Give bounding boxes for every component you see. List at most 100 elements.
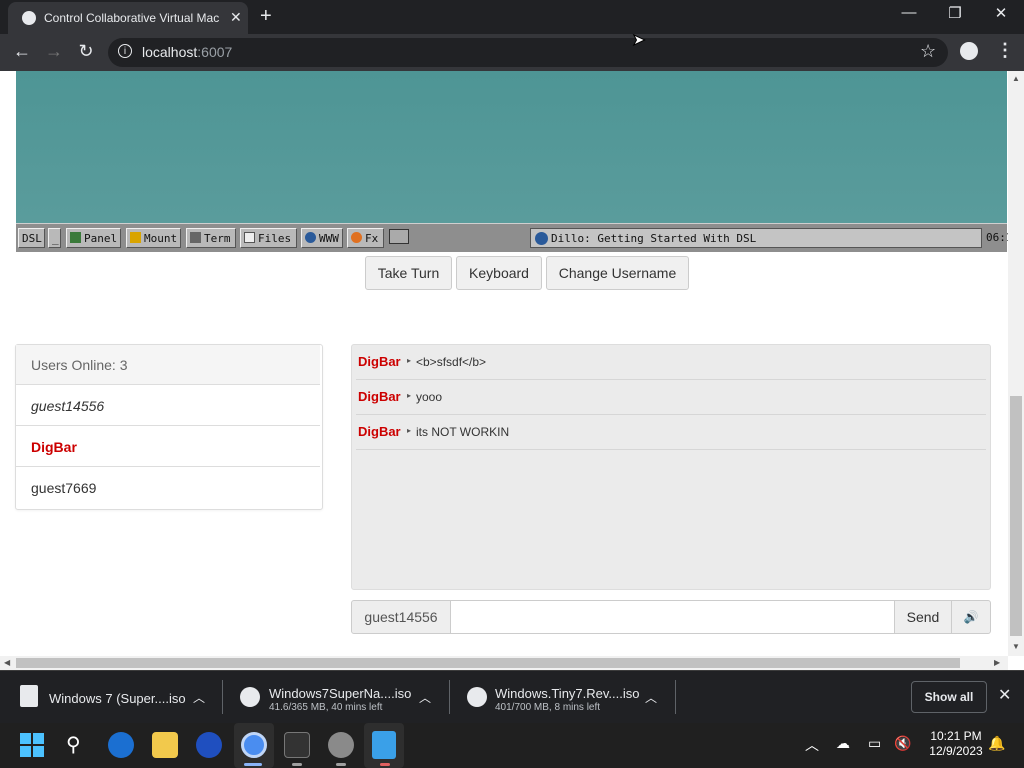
profile-icon[interactable] — [960, 42, 978, 60]
download-item[interactable]: Windows.Tiny7.Rev....iso 401/700 MB, 8 m… — [451, 671, 675, 724]
chat-username-label: guest14556 — [351, 600, 451, 634]
download-filename: Windows7SuperNa....iso — [269, 686, 412, 701]
divider — [675, 680, 676, 714]
search-icon[interactable]: ⚲ — [66, 732, 81, 757]
address-bar[interactable]: i localhost:6007 ☆ — [108, 38, 948, 67]
scroll-right-icon[interactable]: ▶ — [994, 658, 1000, 667]
user-list-item[interactable]: guest14556 — [16, 386, 320, 426]
download-status: 401/700 MB, 8 mins left — [495, 702, 601, 713]
user-list-item[interactable]: guest7669 — [16, 468, 320, 508]
clock-date: 12/9/2023 — [929, 744, 983, 758]
folder-icon[interactable] — [152, 732, 178, 758]
vm-screen[interactable] — [16, 71, 1007, 223]
vm-dsl-button[interactable]: DSL — [18, 228, 45, 248]
chevron-up-icon[interactable]: ︿ — [805, 735, 819, 755]
download-item[interactable]: Windows 7 (Super....iso ︿ — [0, 671, 220, 724]
notification-bell-icon[interactable]: 🔔 — [988, 735, 1005, 752]
close-window-icon[interactable]: ✕ — [978, 4, 1024, 22]
firefox-icon[interactable] — [196, 732, 222, 758]
vm-www-button[interactable]: WWW — [301, 228, 343, 248]
arrow-right-icon: ▸ — [407, 426, 412, 435]
vertical-scroll-thumb[interactable] — [1010, 396, 1022, 636]
arrow-right-icon: ▸ — [407, 356, 412, 365]
vm-files-button[interactable]: Files — [240, 228, 297, 248]
download-item[interactable]: Windows7SuperNa....iso 41.6/365 MB, 40 m… — [224, 671, 448, 724]
take-turn-button[interactable]: Take Turn — [365, 256, 452, 290]
panel-icon — [70, 232, 81, 243]
file-icon — [20, 685, 38, 707]
download-filename: Windows 7 (Super....iso — [49, 691, 186, 706]
chat-message-username[interactable]: DigBar — [358, 389, 401, 404]
scroll-left-icon[interactable]: ◀ — [4, 658, 10, 667]
vm-minimize-button[interactable]: _ — [48, 228, 61, 248]
vm-term-button[interactable]: Term — [186, 228, 236, 248]
notepad-taskbar-button[interactable] — [364, 723, 404, 768]
new-tab-icon[interactable]: + — [260, 5, 272, 28]
forward-arrow-icon[interactable]: → — [42, 41, 66, 62]
scroll-up-icon[interactable]: ▲ — [1012, 74, 1020, 83]
vm-mount-button[interactable]: Mount — [126, 228, 181, 248]
restore-icon[interactable]: ❐ — [932, 4, 978, 22]
chat-message: DigBar ▸ yooo — [356, 380, 986, 415]
network-icon[interactable]: ▭ — [868, 735, 881, 752]
globe-icon — [535, 232, 548, 245]
send-button[interactable]: Send — [894, 600, 952, 634]
vm-taskbar[interactable]: DSL _ Panel Mount Term Files WWW Fx Dill… — [16, 223, 1013, 252]
chevron-up-icon[interactable]: ︿ — [419, 689, 431, 706]
speaker-icon[interactable]: 🔊 — [951, 600, 991, 634]
chat-messages-panel[interactable]: DigBar ▸ <b>sfsdf</b> DigBar ▸ yooo DigB… — [351, 344, 991, 590]
chat-message-username[interactable]: DigBar — [358, 424, 401, 439]
vm-desktop-icon[interactable] — [389, 229, 409, 244]
info-icon[interactable]: i — [118, 44, 132, 58]
globe-icon — [22, 11, 36, 25]
volume-muted-icon[interactable]: 🔇 — [894, 735, 911, 752]
browser-toolbar: ← → ↻ i localhost:6007 ☆ ⋮ — [0, 34, 1024, 71]
show-all-button[interactable]: Show all — [911, 681, 987, 713]
mouse-cursor-icon: ➤ — [631, 32, 646, 50]
close-icon[interactable]: ✕ — [998, 685, 1011, 705]
terminal-icon — [190, 232, 201, 243]
minimize-icon[interactable]: — — [886, 4, 932, 21]
edge-beta-icon[interactable] — [108, 732, 134, 758]
users-online-header: Users Online: 3 — [16, 345, 320, 385]
notepad-icon — [372, 731, 396, 759]
scroll-down-icon[interactable]: ▼ — [1012, 642, 1020, 651]
user-list-item[interactable]: DigBar — [16, 427, 320, 467]
windows-start-icon[interactable] — [20, 733, 44, 757]
kebab-menu-icon[interactable]: ⋮ — [996, 40, 1014, 61]
star-icon[interactable]: ☆ — [920, 41, 936, 62]
back-arrow-icon[interactable]: ← — [10, 41, 34, 62]
url-text[interactable]: localhost:6007 — [142, 44, 232, 60]
chat-message: DigBar ▸ <b>sfsdf</b> — [356, 345, 986, 380]
change-username-button[interactable]: Change Username — [546, 256, 689, 290]
chevron-up-icon[interactable]: ︿ — [645, 689, 657, 706]
chat-message-text: its NOT WORKIN — [416, 425, 510, 439]
chrome-taskbar-button[interactable] — [234, 723, 274, 768]
running-indicator — [380, 763, 390, 766]
files-icon — [244, 232, 255, 243]
vm-panel-button[interactable]: Panel — [66, 228, 121, 248]
chat-input[interactable] — [450, 600, 895, 634]
system-clock[interactable]: 10:21 PM 12/9/2023 — [926, 729, 986, 759]
chat-input-row: guest14556 Send 🔊 — [351, 600, 991, 634]
arrow-right-icon: ▸ — [407, 391, 412, 400]
download-progress-icon — [467, 687, 487, 707]
onedrive-icon[interactable]: ☁ — [836, 735, 850, 752]
close-tab-icon[interactable]: ✕ — [230, 9, 242, 26]
windows-taskbar: ⚲ ︿ ☁ ▭ 🔇 10:21 PM 12/9/2023 🔔 — [0, 723, 1024, 768]
active-indicator — [244, 763, 262, 766]
browser-tab-strip: Control Collaborative Virtual Mac ✕ + — … — [0, 0, 1024, 34]
vm-firefox-button[interactable]: Fx — [347, 228, 384, 248]
firefox-icon — [351, 232, 362, 243]
reload-icon[interactable]: ↻ — [74, 41, 98, 62]
chevron-up-icon[interactable]: ︿ — [193, 689, 205, 706]
vm-active-window-button[interactable]: Dillo: Getting Started With DSL — [530, 228, 982, 248]
users-online-panel: Users Online: 3 guest14556 DigBar guest7… — [15, 344, 323, 510]
keyboard-button[interactable]: Keyboard — [456, 256, 542, 290]
download-filename: Windows.Tiny7.Rev....iso — [495, 686, 640, 701]
chat-message-username[interactable]: DigBar — [358, 354, 401, 369]
browser-tab[interactable]: Control Collaborative Virtual Mac ✕ — [8, 2, 248, 34]
terminal-icon[interactable] — [284, 732, 310, 758]
horizontal-scroll-thumb[interactable] — [16, 658, 960, 668]
settings-gear-icon[interactable] — [328, 732, 354, 758]
